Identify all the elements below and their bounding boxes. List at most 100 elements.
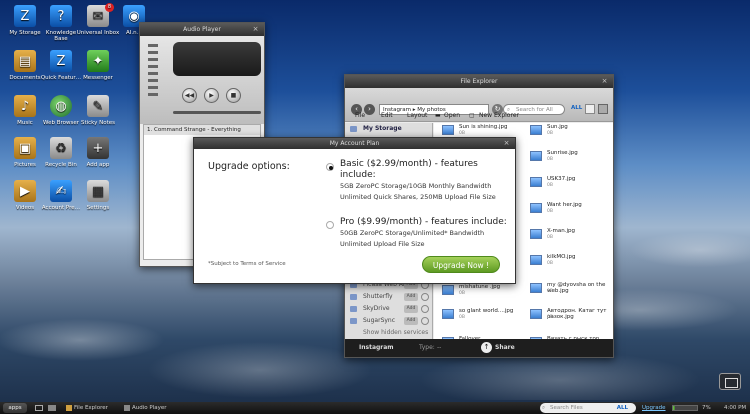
expand-icon[interactable] bbox=[421, 317, 429, 325]
search-scope[interactable]: ALL bbox=[617, 403, 628, 413]
task-audio-player[interactable]: Audio Player bbox=[124, 403, 184, 413]
expand-icon[interactable] bbox=[421, 293, 429, 301]
terms-note[interactable]: *Subject to Terms of Service bbox=[208, 261, 286, 267]
file-item[interactable]: Автодрон. Катаг тут рaзок.jpg 0B bbox=[530, 307, 620, 331]
stop-button[interactable]: ■ bbox=[226, 88, 241, 103]
close-icon[interactable]: × bbox=[502, 139, 511, 148]
sidebar-service-item[interactable]: Shutterfly Add bbox=[345, 291, 432, 303]
file-item[interactable]: mishatune .jpg 0B bbox=[442, 283, 532, 307]
pro-plan-radio[interactable] bbox=[326, 221, 334, 229]
menu-edit[interactable]: Edit bbox=[381, 112, 393, 119]
sidebar-service-item[interactable]: SugarSync Add bbox=[345, 315, 432, 327]
service-label: SkyDrive bbox=[363, 305, 390, 312]
pro-plan-feature: Unlimited Upload File Size bbox=[340, 240, 425, 248]
app-icon: ▣ bbox=[14, 137, 36, 159]
upgrade-heading: Upgrade options: bbox=[208, 161, 290, 172]
app-icon: ◍ bbox=[50, 95, 72, 117]
account-plan-titlebar[interactable]: My Account Plan × bbox=[194, 138, 515, 149]
display-mode-icon[interactable] bbox=[719, 373, 741, 390]
explorer-menubar: File Edit Layout ▬ Open ▢ New Explorer bbox=[345, 110, 613, 123]
app-icon: ♻ bbox=[50, 137, 72, 159]
share-button[interactable]: Share bbox=[495, 344, 515, 351]
expand-icon[interactable] bbox=[421, 305, 429, 313]
taskbar-search-input[interactable]: ⌕ Search Files ALL bbox=[540, 403, 636, 413]
file-item[interactable]: Sun.jpg 0B bbox=[530, 123, 620, 147]
play-button[interactable]: ▶ bbox=[204, 88, 219, 103]
app-icon: ? bbox=[50, 5, 72, 27]
sidebar-item-my-storage[interactable]: My Storage bbox=[345, 123, 432, 135]
close-icon[interactable]: × bbox=[251, 25, 260, 34]
audio-display bbox=[173, 42, 261, 76]
file-name: USK37.jpg bbox=[547, 176, 576, 182]
file-item[interactable]: X-man.jpg 0B bbox=[530, 227, 620, 251]
file-name: Автодрон. Катаг тут рaзок.jpg bbox=[547, 308, 607, 320]
audio-player-title: Audio Player bbox=[183, 26, 221, 33]
share-icon[interactable]: ↑ bbox=[481, 342, 492, 353]
file-item[interactable]: Want her.jpg 0B bbox=[530, 201, 620, 225]
audio-player-titlebar[interactable]: Audio Player × bbox=[140, 23, 264, 36]
service-icon bbox=[350, 306, 357, 312]
minimize-all-icon[interactable] bbox=[48, 405, 56, 411]
new-explorer-icon: ▢ bbox=[469, 112, 475, 119]
menu-file[interactable]: File bbox=[355, 112, 365, 119]
file-size: 0B bbox=[547, 131, 553, 136]
account-plan-dialog[interactable]: My Account Plan × Upgrade options: Basic… bbox=[193, 137, 516, 284]
file-item[interactable]: Sunrise.jpg 0B bbox=[530, 149, 620, 173]
storage-percent: 7% bbox=[702, 405, 711, 411]
sidebar-service-item[interactable]: SkyDrive Add bbox=[345, 303, 432, 315]
close-icon[interactable]: × bbox=[600, 77, 609, 86]
basic-plan-feature: 5GB ZeroPC Storage/10GB Monthly Bandwidt… bbox=[340, 182, 492, 190]
task-file-explorer[interactable]: File Explorer bbox=[66, 403, 120, 413]
menu-layout[interactable]: Layout bbox=[407, 112, 427, 119]
app-icon: ✍ bbox=[50, 180, 72, 202]
previous-button[interactable]: ◀◀ bbox=[182, 88, 197, 103]
file-size: 0B bbox=[547, 157, 553, 162]
show-hidden-services[interactable]: Show hidden services bbox=[345, 327, 432, 339]
desktop-icon[interactable]: ✦ Messenger bbox=[76, 50, 120, 81]
audio-icon bbox=[124, 405, 130, 411]
file-item[interactable]: USK37.jpg 0B bbox=[530, 175, 620, 199]
file-name: Sun.jpg bbox=[547, 124, 568, 130]
file-item[interactable]: kilkMO.jpg 0B bbox=[530, 253, 620, 277]
desktop-icon[interactable]: ✎ Sticky Notes bbox=[76, 95, 120, 126]
open-button[interactable]: Open bbox=[444, 112, 460, 119]
file-size: 0B bbox=[547, 315, 553, 320]
service-icon bbox=[350, 318, 357, 324]
file-item[interactable]: so glant world....jpg 0B bbox=[442, 307, 532, 331]
clock: 4:00 PM bbox=[724, 405, 747, 411]
image-file-icon bbox=[530, 125, 542, 135]
upgrade-link[interactable]: Upgrade bbox=[642, 403, 666, 413]
app-icon: ▤ bbox=[14, 50, 36, 72]
app-icon: ♪ bbox=[14, 95, 36, 117]
audio-player-controls: ◀◀ ▶ ■ bbox=[140, 36, 264, 124]
service-label: SugarSync bbox=[363, 317, 396, 324]
file-size: 0B bbox=[547, 289, 553, 294]
seek-bar[interactable] bbox=[173, 111, 261, 114]
new-explorer-button[interactable]: New Explorer bbox=[479, 112, 519, 119]
basic-plan-feature: Unlimited Quick Shares, 250MB Upload Fil… bbox=[340, 193, 496, 201]
app-icon: ▶ bbox=[14, 180, 36, 202]
account-plan-title: My Account Plan bbox=[329, 140, 380, 147]
upgrade-now-button[interactable]: Upgrade Now ! bbox=[422, 256, 500, 273]
volume-slider[interactable] bbox=[146, 44, 160, 114]
apps-button[interactable]: apps bbox=[3, 403, 27, 413]
add-service-button[interactable]: Add bbox=[404, 305, 418, 313]
storage-icon bbox=[350, 126, 357, 132]
file-size: 0B bbox=[459, 131, 465, 136]
file-size: 0B bbox=[459, 315, 465, 320]
file-size: 0B bbox=[547, 235, 553, 240]
desktop-icon-label: Sticky Notes bbox=[80, 120, 116, 126]
desktop-icon[interactable]: + Add app bbox=[76, 137, 120, 168]
file-explorer-title: File Explorer bbox=[460, 78, 498, 85]
add-service-button[interactable]: Add bbox=[404, 293, 418, 301]
image-file-icon bbox=[530, 283, 542, 293]
app-icon: + bbox=[87, 137, 109, 159]
basic-plan-radio[interactable] bbox=[326, 163, 334, 171]
show-desktop-icon[interactable] bbox=[35, 405, 43, 411]
add-service-button[interactable]: Add bbox=[404, 317, 418, 325]
image-file-icon bbox=[530, 309, 542, 319]
file-item[interactable]: my @dyovsha on the web.jpg 0B bbox=[530, 281, 620, 305]
desktop-icon[interactable]: ▦ Settings bbox=[76, 180, 120, 211]
playlist-track[interactable]: 1. Command Strange - Everything bbox=[144, 125, 260, 135]
file-explorer-titlebar[interactable]: File Explorer × bbox=[345, 75, 613, 88]
